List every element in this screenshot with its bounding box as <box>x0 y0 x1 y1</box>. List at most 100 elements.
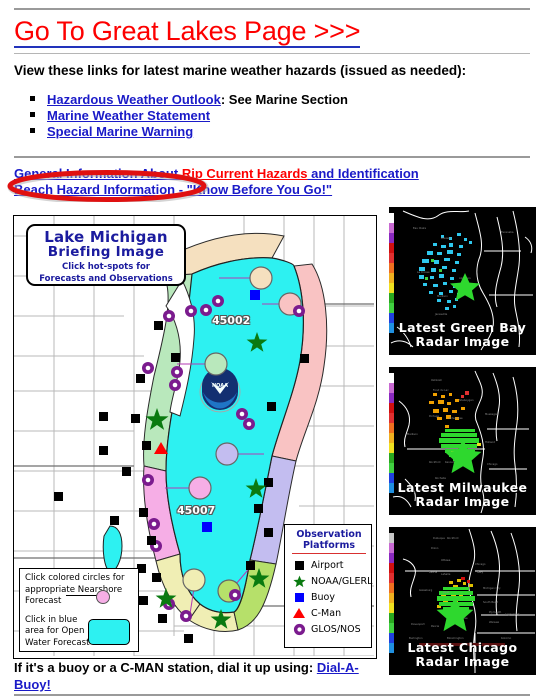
obs-row-buoy: Buoy <box>291 589 367 605</box>
link-and-identification[interactable]: and Identification <box>308 166 419 181</box>
obs-label: GLOS/NOS <box>311 623 361 635</box>
buoy-label-45002: 45002 <box>212 314 251 327</box>
obs-row-airport: Airport <box>291 557 367 573</box>
svg-text:Janesville: Janesville <box>434 312 448 316</box>
obs-row-glos-nos: GLOS/NOS <box>291 621 367 637</box>
hazard-link-list: Hazardous Weather Outlook : See Marine S… <box>30 92 348 140</box>
svg-text:Chicago: Chicago <box>487 462 498 466</box>
obs-label: Buoy <box>311 591 335 603</box>
svg-text:Plymouth: Plymouth <box>489 610 502 614</box>
caption-line-2: Radar Image <box>415 334 510 349</box>
title-divider <box>14 53 530 54</box>
obs-title-line-2: Platforms <box>302 540 356 551</box>
secondary-link-group: General Information About Rip Current Ha… <box>14 166 419 198</box>
open-water-swatch <box>88 618 130 645</box>
svg-text:Rockford: Rockford <box>447 536 459 540</box>
rip-current-line: General Information About Rip Current Ha… <box>14 166 419 182</box>
top-divider <box>14 8 530 10</box>
footer-text-before: If it's a buoy or a C-MAN station, dial … <box>14 660 317 675</box>
bullet-square-icon <box>30 128 35 133</box>
link-general-information-about[interactable]: General Information About <box>14 166 182 181</box>
ns-line-3: Forecast <box>25 596 62 606</box>
svg-text:Escanaba: Escanaba <box>501 230 514 234</box>
buoy-label-45007: 45007 <box>177 504 216 517</box>
list-item: Hazardous Weather Outlook : See Marine S… <box>30 92 348 107</box>
link-beach-hazard-information[interactable]: Beach Hazard Information - "Know Before … <box>14 182 332 197</box>
svg-text:Galesburg: Galesburg <box>419 588 433 592</box>
svg-text:Oshkosh: Oshkosh <box>431 378 442 382</box>
svg-text:Chicago: Chicago <box>475 562 486 566</box>
ns-openwater-block: Click in blue area for Open Water Foreca… <box>25 615 133 650</box>
secondary-divider <box>14 156 530 158</box>
radar-panel-milwaukee[interactable]: Oshkosh Fond du Lac Sheboygan Portage Mi… <box>389 367 536 515</box>
svg-text:Milwaukee: Milwaukee <box>449 416 463 420</box>
svg-text:Michigan City: Michigan City <box>483 586 501 590</box>
caption-line-1: Latest Chicago <box>407 640 518 655</box>
dial-a-buoy-text: If it's a buoy or a C-MAN station, dial … <box>14 659 374 693</box>
svg-text:Wausau: Wausau <box>441 236 452 240</box>
radar-caption-chicago: Latest Chicago Radar Image <box>389 641 536 669</box>
airport-square-icon <box>291 560 307 570</box>
svg-text:Madison: Madison <box>407 432 418 436</box>
intro-text: View these links for latest marine weath… <box>14 63 467 78</box>
radar-caption-green-bay: Latest Green Bay Radar Image <box>389 321 536 349</box>
obs-label: C-Man <box>311 607 342 619</box>
map-callout: Lake Michigan Briefing Image Click hot-s… <box>26 224 186 286</box>
bottom-divider <box>14 694 530 696</box>
beach-hazard-line: Beach Hazard Information - "Know Before … <box>14 182 419 198</box>
svg-text:Dixon: Dixon <box>431 546 439 550</box>
svg-text:Gary: Gary <box>477 570 484 574</box>
svg-text:Peoria: Peoria <box>429 570 437 574</box>
obs-title-line-1: Observation <box>296 529 362 540</box>
callout-line-2: Briefing Image <box>47 244 165 260</box>
svg-text:Sheboygan: Sheboygan <box>459 398 474 402</box>
ns-sample-circle-icon <box>96 590 110 604</box>
svg-text:Logansport: Logansport <box>505 612 520 616</box>
page-root: Go To Great Lakes Page >>> View these li… <box>0 0 543 698</box>
ns-connector-line <box>66 595 98 596</box>
callout-line-3a: Click hot-spots for <box>62 262 150 272</box>
svg-text:Ottawa: Ottawa <box>441 558 451 562</box>
svg-text:Muskegon: Muskegon <box>485 412 498 416</box>
svg-text:South Bend: South Bend <box>483 600 498 604</box>
ns-line-1: Click colored circles for <box>25 573 125 583</box>
bullet-square-icon <box>30 112 35 117</box>
rip-current-hazards-text: Rip Current Hazards <box>181 166 308 181</box>
svg-text:Holland: Holland <box>485 440 495 444</box>
link-special-marine-warning[interactable]: Special Marine Warning <box>47 124 193 139</box>
link-hazardous-weather-outlook[interactable]: Hazardous Weather Outlook <box>47 92 221 107</box>
lake-michigan-briefing-map[interactable]: NOAA Lake Michigan Briefing Image Click … <box>13 215 377 659</box>
callout-line-1: Lake Michigan <box>44 228 168 246</box>
list-item-tail: : See Marine Section <box>220 92 348 107</box>
svg-text:Rockford: Rockford <box>429 460 441 464</box>
radar-panel-green-bay[interactable]: Eau Claire Wausau La Crosse Madison Jane… <box>389 207 536 355</box>
svg-text:Dubuque: Dubuque <box>433 536 445 540</box>
caption-line-1: Latest Milwaukee <box>397 480 528 495</box>
caption-line-2: Radar Image <box>415 654 510 669</box>
great-lakes-page-link[interactable]: Go To Great Lakes Page >>> <box>14 16 360 49</box>
obs-label: NOAA/GLERL <box>311 575 373 587</box>
list-item: Marine Weather Statement <box>30 108 348 123</box>
svg-text:Joliet: Joliet <box>442 590 449 594</box>
svg-text:Fond du Lac: Fond du Lac <box>433 388 449 392</box>
svg-text:Madison: Madison <box>437 294 448 298</box>
green-star-icon <box>291 575 307 588</box>
radar-panel-chicago[interactable]: Dubuque Rockford Dixon Ottawa Chicago Ga… <box>389 527 536 675</box>
obs-label: Airport <box>311 559 344 571</box>
svg-text:NOAA: NOAA <box>212 383 228 389</box>
nearshore-forecast-legend: Click colored circles for appropriate Ne… <box>19 568 139 652</box>
callout-line-3b: Forecasts and Observations <box>39 274 173 284</box>
svg-text:Peoria: Peoria <box>431 624 439 628</box>
obs-separator <box>292 553 366 554</box>
list-item: Special Marine Warning <box>30 124 348 139</box>
glos-nos-donut-icon <box>291 623 307 636</box>
obs-row-noaa-glerl: NOAA/GLERL <box>291 573 372 589</box>
link-marine-weather-statement[interactable]: Marine Weather Statement <box>47 108 210 123</box>
obs-row-cman: C-Man <box>291 605 367 621</box>
svg-text:Portage: Portage <box>429 414 439 418</box>
svg-text:LaSalle: LaSalle <box>441 572 451 576</box>
observation-platforms-legend: Observation Platforms Airport NOAA/GLERL… <box>284 524 372 648</box>
caption-line-2: Radar Image <box>415 494 510 509</box>
cman-triangle-icon <box>291 608 307 618</box>
bullet-square-icon <box>30 96 35 101</box>
